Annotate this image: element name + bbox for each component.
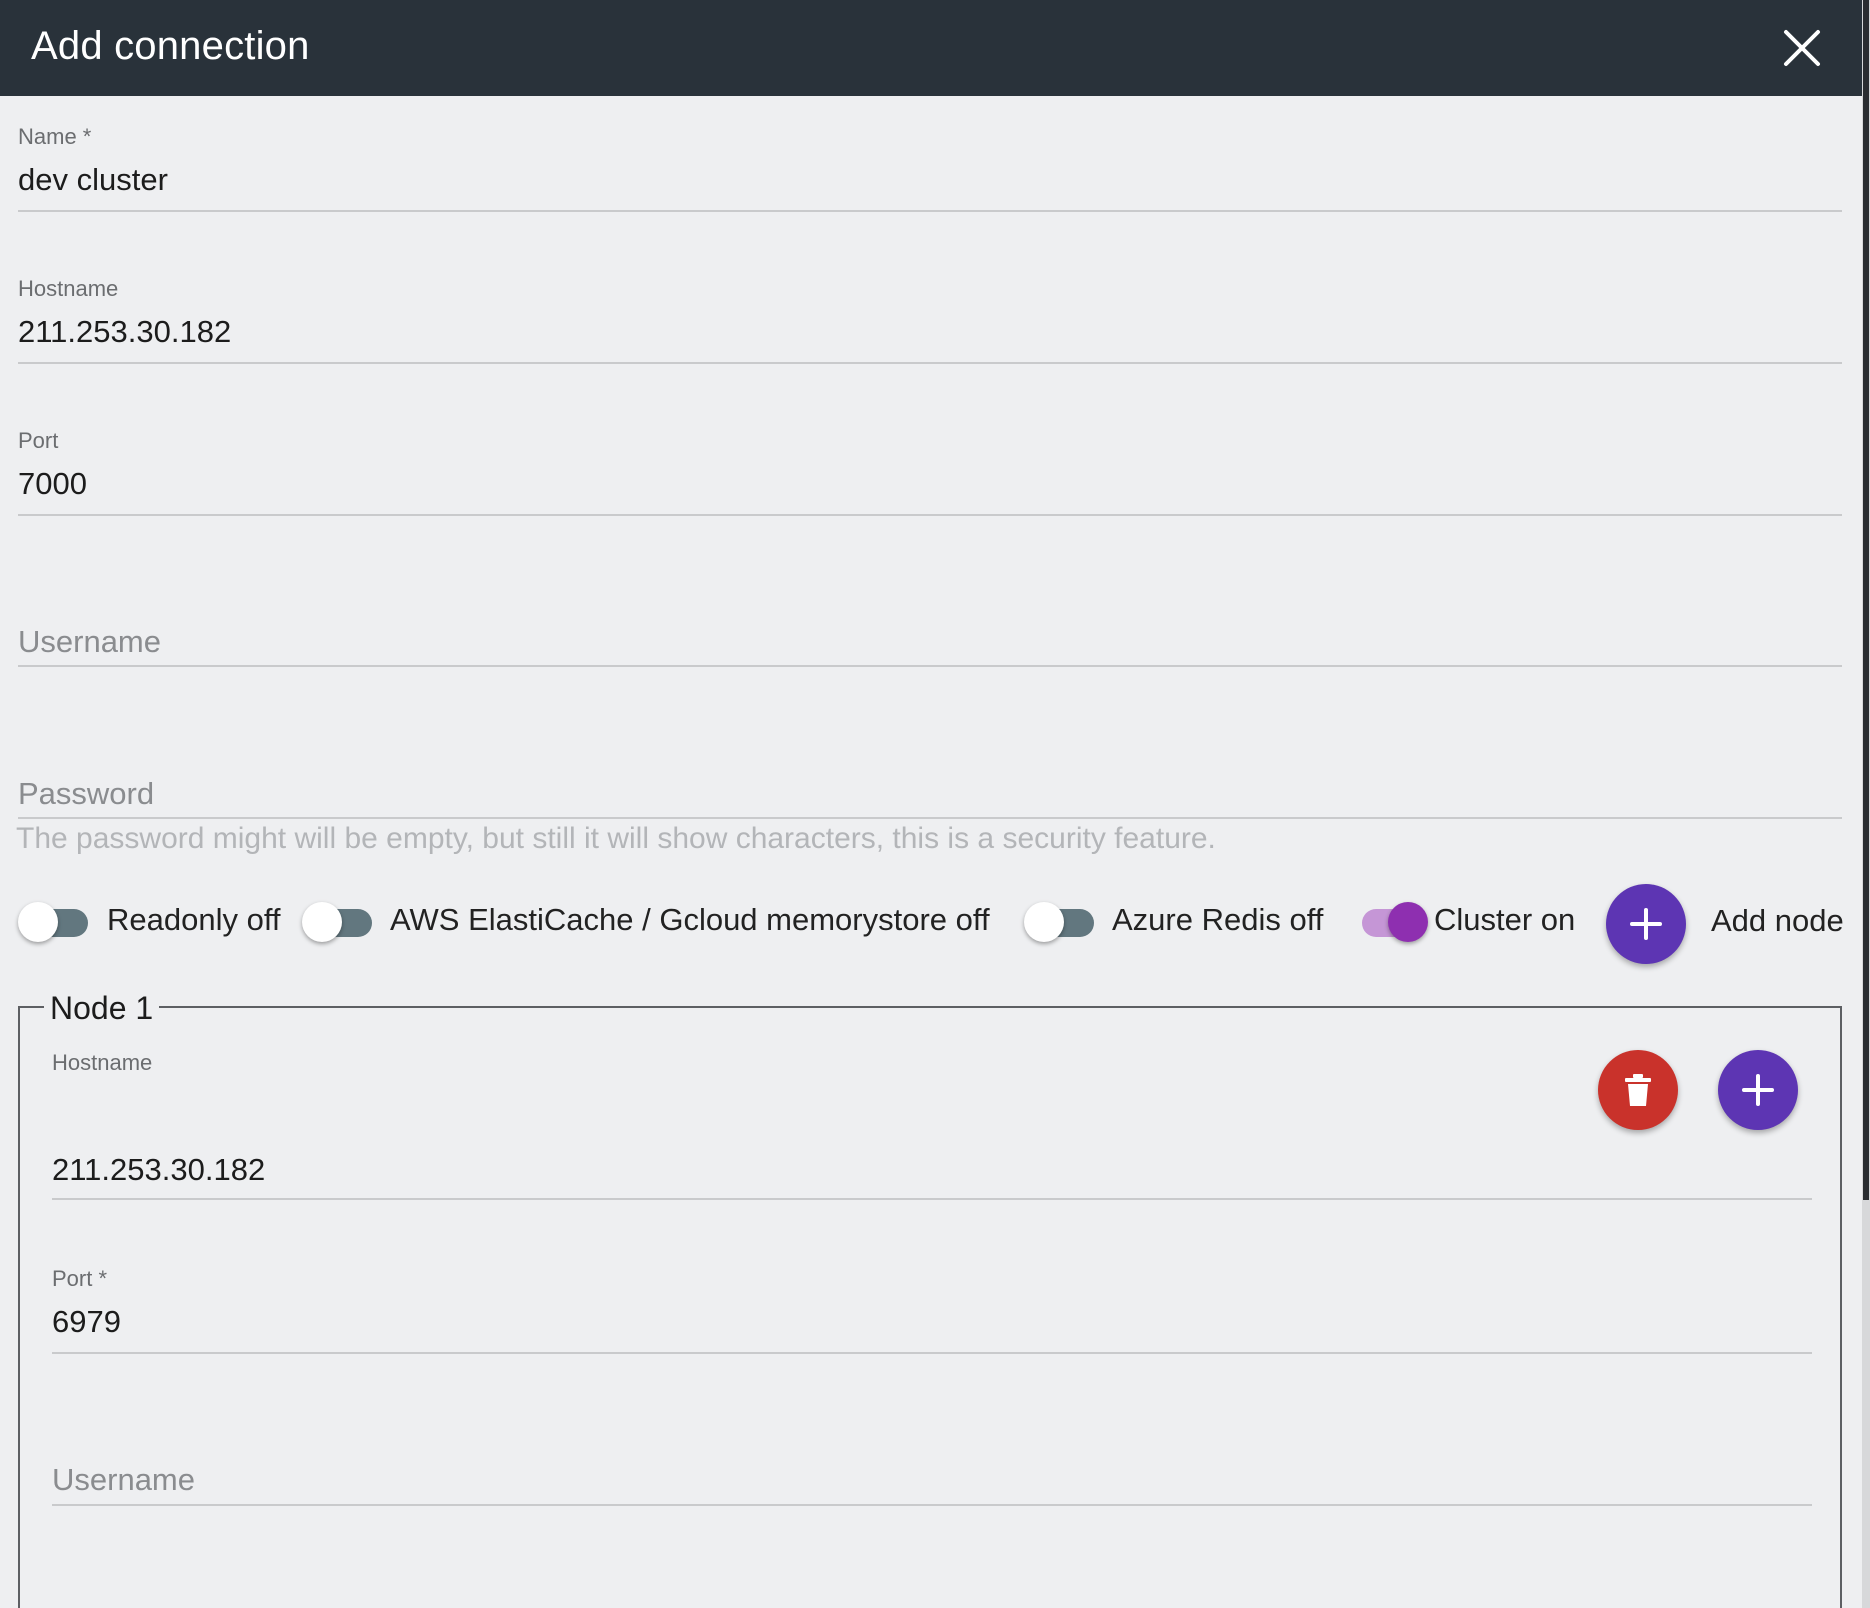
password-helper-text: The password might will be empty, but st…	[16, 822, 1216, 855]
node-fieldset: Hostname 211.253.30.182 Port * 6979 User…	[18, 1006, 1842, 1608]
port-value: 7000	[18, 466, 87, 501]
node-port-field[interactable]: Port * 6979	[52, 1264, 1812, 1354]
password-field[interactable]: Password	[18, 732, 1842, 819]
name-value: dev cluster	[18, 162, 168, 197]
password-placeholder: Password	[18, 776, 155, 811]
name-label: Name *	[18, 124, 92, 149]
add-node-button[interactable]	[1606, 884, 1686, 964]
hostname-value: 211.253.30.182	[18, 314, 232, 349]
node-legend: Node 1	[44, 990, 160, 1027]
plus-icon	[1630, 908, 1662, 940]
username-placeholder: Username	[18, 624, 161, 659]
aws-toggle-label: AWS ElastiCache / Gcloud memorystore off	[390, 902, 990, 937]
readonly-toggle-knob	[18, 902, 58, 942]
hostname-field[interactable]: Hostname 211.253.30.182	[18, 274, 1842, 364]
add-node-after-button[interactable]	[1718, 1050, 1798, 1130]
dialog-scrollbar[interactable]	[1862, 0, 1870, 1608]
cluster-toggle[interactable]	[1354, 902, 1430, 942]
aws-toggle-knob	[302, 902, 342, 942]
dialog-titlebar: Add connection	[0, 0, 1862, 96]
node-username-field[interactable]: Username	[52, 1418, 1812, 1506]
node-hostname-label: Hostname	[52, 1050, 153, 1075]
username-field[interactable]: Username	[18, 580, 1842, 667]
azure-toggle[interactable]	[1024, 902, 1096, 942]
cluster-toggle-knob	[1388, 902, 1428, 942]
azure-toggle-label: Azure Redis off	[1112, 902, 1324, 937]
azure-toggle-knob	[1024, 902, 1064, 942]
scrollbar-thumb[interactable]	[1863, 0, 1869, 1200]
readonly-toggle[interactable]	[18, 902, 90, 942]
delete-node-button[interactable]	[1598, 1050, 1678, 1130]
close-icon[interactable]	[1780, 26, 1824, 70]
options-toggle-row: Readonly off AWS ElastiCache / Gcloud me…	[16, 884, 1856, 964]
add-connection-dialog: Add connection Name * dev cluster Hostna…	[0, 0, 1862, 1608]
plus-icon	[1742, 1074, 1774, 1106]
cluster-toggle-label: Cluster on	[1434, 902, 1576, 937]
node-username-placeholder: Username	[52, 1462, 195, 1497]
node-hostname-value: 211.253.30.182	[52, 1152, 266, 1187]
node-port-label: Port *	[52, 1266, 108, 1291]
hostname-label: Hostname	[18, 276, 119, 301]
port-label: Port	[18, 428, 59, 453]
trash-icon	[1625, 1074, 1651, 1106]
name-field[interactable]: Name * dev cluster	[18, 122, 1842, 212]
add-node-label: Add node	[1711, 903, 1844, 938]
dialog-title: Add connection	[31, 24, 310, 68]
aws-toggle[interactable]	[302, 902, 374, 942]
readonly-toggle-label: Readonly off	[107, 902, 281, 937]
node-port-value: 6979	[52, 1304, 121, 1339]
port-field[interactable]: Port 7000	[18, 426, 1842, 516]
node-hostname-field[interactable]: Hostname 211.253.30.182	[52, 1048, 1812, 1200]
